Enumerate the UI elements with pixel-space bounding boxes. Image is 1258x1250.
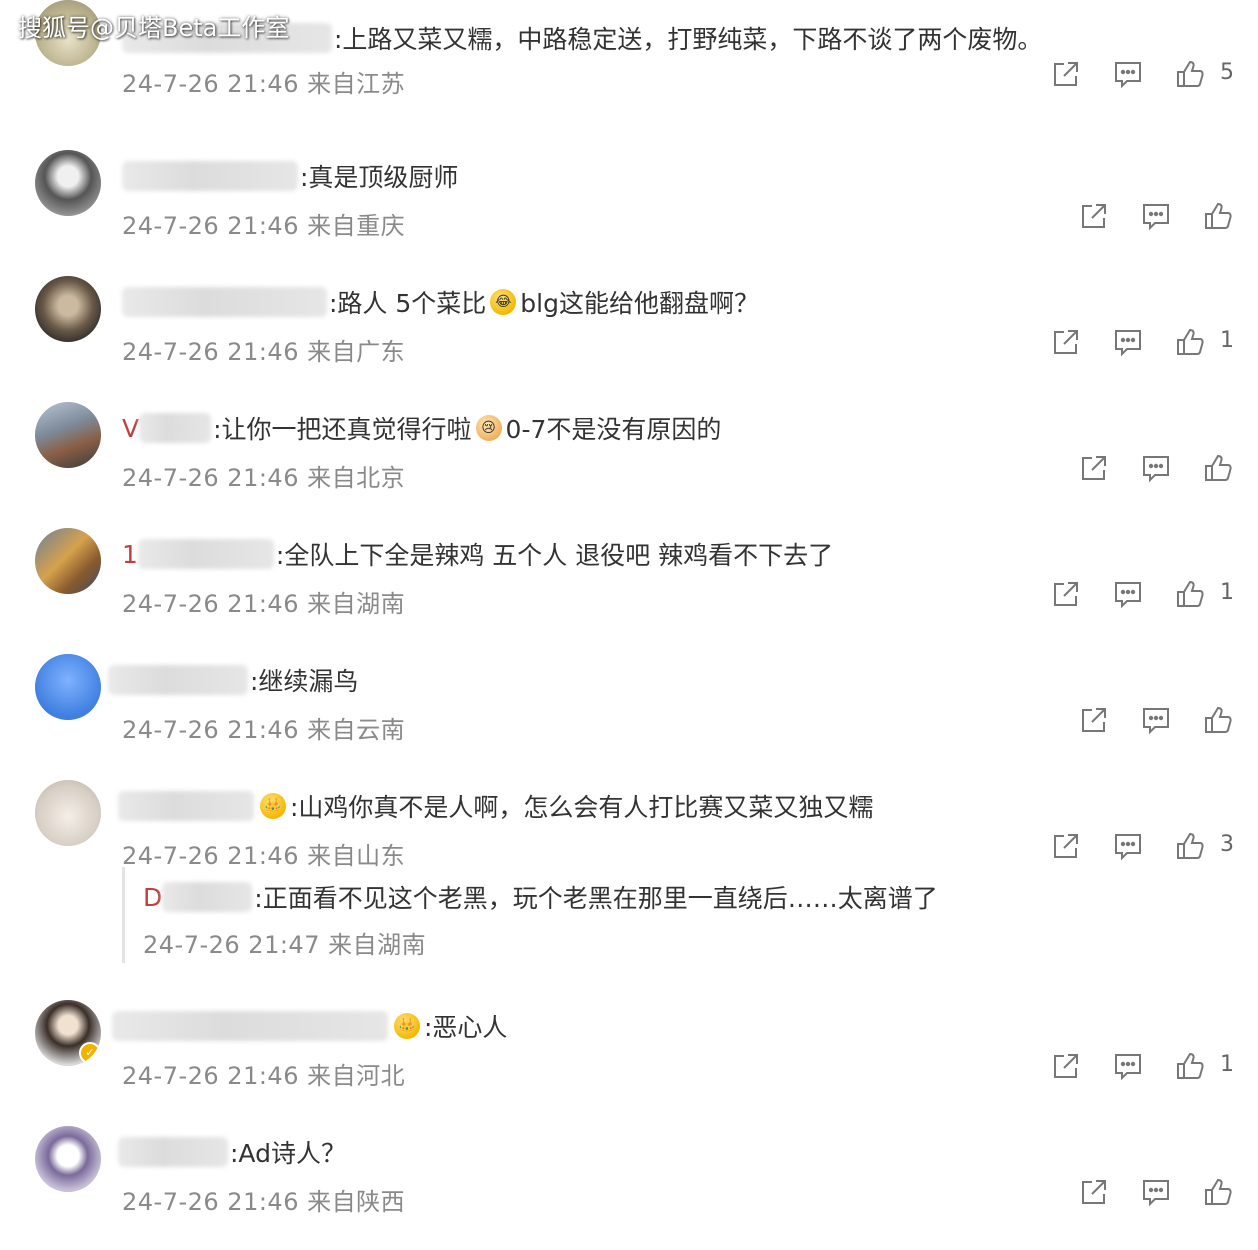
like-icon[interactable] xyxy=(1202,704,1234,736)
comment-text: :上路又菜又糯，中路稳定送，打野纯菜，下路不谈了两个废物。 xyxy=(334,25,1043,54)
comment-line: :路人 5个菜比 😂 blg这能给他翻盘啊？ xyxy=(122,284,759,320)
username-blurred[interactable] xyxy=(112,1011,388,1041)
comment-meta: 24-7-26 21:46 来自江苏 xyxy=(122,70,406,98)
comment-line: 1 :全队上下全是辣鸡 五个人 退役吧 辣鸡看不下去了 xyxy=(122,536,833,572)
comment-meta: 24-7-26 21:46 来自山东 xyxy=(122,842,406,870)
laugh-emoji-icon: 😂 xyxy=(490,289,517,315)
comment-icon[interactable] xyxy=(1140,452,1172,484)
comment-meta: 24-7-26 21:46 来自河北 xyxy=(122,1062,406,1090)
like-icon[interactable] xyxy=(1202,200,1234,232)
verified-badge-icon: ✓ xyxy=(79,1042,101,1064)
share-icon[interactable] xyxy=(1078,1176,1110,1208)
comment-icon[interactable] xyxy=(1112,58,1144,90)
like-count: 3 xyxy=(1220,832,1234,857)
username-blurred[interactable] xyxy=(122,161,298,191)
comment-line: :Ad诗人？ xyxy=(118,1134,346,1170)
username-blurred[interactable] xyxy=(108,665,248,695)
avatar[interactable] xyxy=(35,150,101,216)
comment-line: 👑 :恶心人 xyxy=(112,1008,507,1044)
like-icon[interactable] xyxy=(1202,1176,1234,1208)
comment-meta: 24-7-26 21:46 来自陕西 xyxy=(122,1188,406,1216)
like-icon[interactable] xyxy=(1174,830,1206,862)
like-count: 1 xyxy=(1220,328,1234,353)
comment-line: 👑 :山鸡你真不是人啊，怎么会有人打比赛又菜又独又糯 xyxy=(118,788,873,824)
comment-line: V :让你一把还真觉得行啦 😢 0-7不是没有原因的 xyxy=(122,410,721,446)
like-count: 5 xyxy=(1220,60,1234,85)
username-blurred[interactable] xyxy=(118,791,254,821)
reply-item: D :正面看不见这个老黑，玩个老黑在那里一直绕后……太离谱了 24-7-26 2… xyxy=(122,867,1025,963)
username-blurred[interactable] xyxy=(137,539,274,569)
comment-text: 0-7不是没有原因的 xyxy=(505,415,722,444)
comment-line: :继续漏鸟 xyxy=(108,662,358,698)
avatar[interactable]: ✓ xyxy=(35,1000,101,1066)
share-icon[interactable] xyxy=(1050,326,1082,358)
comment-meta: 24-7-26 21:46 来自云南 xyxy=(122,716,406,744)
comment-text: :全队上下全是辣鸡 五个人 退役吧 辣鸡看不下去了 xyxy=(275,541,834,570)
comment-item: :真是顶级厨师 24-7-26 21:46 来自重庆 xyxy=(0,148,1258,274)
sad-emoji-icon: 😢 xyxy=(475,415,502,441)
share-icon[interactable] xyxy=(1050,1050,1082,1082)
avatar[interactable] xyxy=(35,1126,101,1192)
comment-text: blg这能给他翻盘啊？ xyxy=(520,289,759,318)
comment-item: :Ad诗人？ 24-7-26 21:46 来自陕西 xyxy=(0,1124,1258,1250)
share-icon[interactable] xyxy=(1050,830,1082,862)
comment-meta: 24-7-26 21:46 来自广东 xyxy=(122,338,406,366)
comment-item: 1 :全队上下全是辣鸡 五个人 退役吧 辣鸡看不下去了 24-7-26 21:4… xyxy=(0,526,1258,652)
like-icon[interactable] xyxy=(1174,1050,1206,1082)
comment-text: :继续漏鸟 xyxy=(250,667,359,696)
share-icon[interactable] xyxy=(1050,578,1082,610)
comment-item: ✓ 👑 :恶心人 24-7-26 21:46 来自河北 1 xyxy=(0,998,1258,1124)
username-blurred[interactable] xyxy=(122,287,327,317)
share-icon[interactable] xyxy=(1078,704,1110,736)
share-icon[interactable] xyxy=(1050,58,1082,90)
comment-text: :路人 5个菜比 xyxy=(329,289,487,318)
like-icon[interactable] xyxy=(1174,326,1206,358)
comment-text: :Ad诗人？ xyxy=(230,1139,346,1168)
comment-icon[interactable] xyxy=(1140,1176,1172,1208)
username-blurred[interactable] xyxy=(139,413,212,443)
comment-meta: 24-7-26 21:46 来自重庆 xyxy=(122,212,406,240)
like-icon[interactable] xyxy=(1202,452,1234,484)
comment-text: :恶心人 xyxy=(424,1013,508,1042)
share-icon[interactable] xyxy=(1078,452,1110,484)
comment-icon[interactable] xyxy=(1112,830,1144,862)
username-blurred[interactable] xyxy=(162,882,253,912)
like-count: 1 xyxy=(1220,1052,1234,1077)
avatar[interactable] xyxy=(35,780,101,846)
username-initial[interactable]: 1 xyxy=(122,540,138,569)
username-initial[interactable]: V xyxy=(122,414,139,443)
comment-icon[interactable] xyxy=(1112,1050,1144,1082)
avatar[interactable] xyxy=(35,276,101,342)
reply-line: D :正面看不见这个老黑，玩个老黑在那里一直绕后……太离谱了 xyxy=(143,879,938,915)
comment-icon[interactable] xyxy=(1112,578,1144,610)
like-icon[interactable] xyxy=(1174,58,1206,90)
comment-item: :继续漏鸟 24-7-26 21:46 来自云南 xyxy=(0,652,1258,778)
avatar[interactable] xyxy=(35,654,101,720)
reply-meta: 24-7-26 21:47 来自湖南 xyxy=(143,931,427,959)
reply-text: :正面看不见这个老黑，玩个老黑在那里一直绕后……太离谱了 xyxy=(254,884,938,913)
share-icon[interactable] xyxy=(1078,200,1110,232)
comment-icon[interactable] xyxy=(1140,200,1172,232)
comment-icon[interactable] xyxy=(1112,326,1144,358)
like-count: 1 xyxy=(1220,580,1234,605)
comment-line: :真是顶级厨师 xyxy=(122,158,458,194)
comment-text: :山鸡你真不是人啊，怎么会有人打比赛又菜又独又糯 xyxy=(290,793,874,822)
crown-emoji-icon: 👑 xyxy=(394,1013,420,1039)
avatar[interactable] xyxy=(35,402,101,468)
comment-item: V :让你一把还真觉得行啦 😢 0-7不是没有原因的 24-7-26 21:46… xyxy=(0,400,1258,526)
comment-text: :让你一把还真觉得行啦 xyxy=(213,415,472,444)
crown-emoji-icon: 👑 xyxy=(260,793,286,819)
comment-item: :路人 5个菜比 😂 blg这能给他翻盘啊？ 24-7-26 21:46 来自广… xyxy=(0,274,1258,400)
watermark: 搜狐号@贝塔Beta工作室 xyxy=(18,14,290,42)
like-icon[interactable] xyxy=(1174,578,1206,610)
comment-meta: 24-7-26 21:46 来自湖南 xyxy=(122,590,406,618)
comment-text: :真是顶级厨师 xyxy=(300,163,459,192)
avatar[interactable] xyxy=(35,528,101,594)
username-initial[interactable]: D xyxy=(143,883,162,912)
username-blurred[interactable] xyxy=(118,1137,228,1167)
comment-icon[interactable] xyxy=(1140,704,1172,736)
comment-meta: 24-7-26 21:46 来自北京 xyxy=(122,464,406,492)
